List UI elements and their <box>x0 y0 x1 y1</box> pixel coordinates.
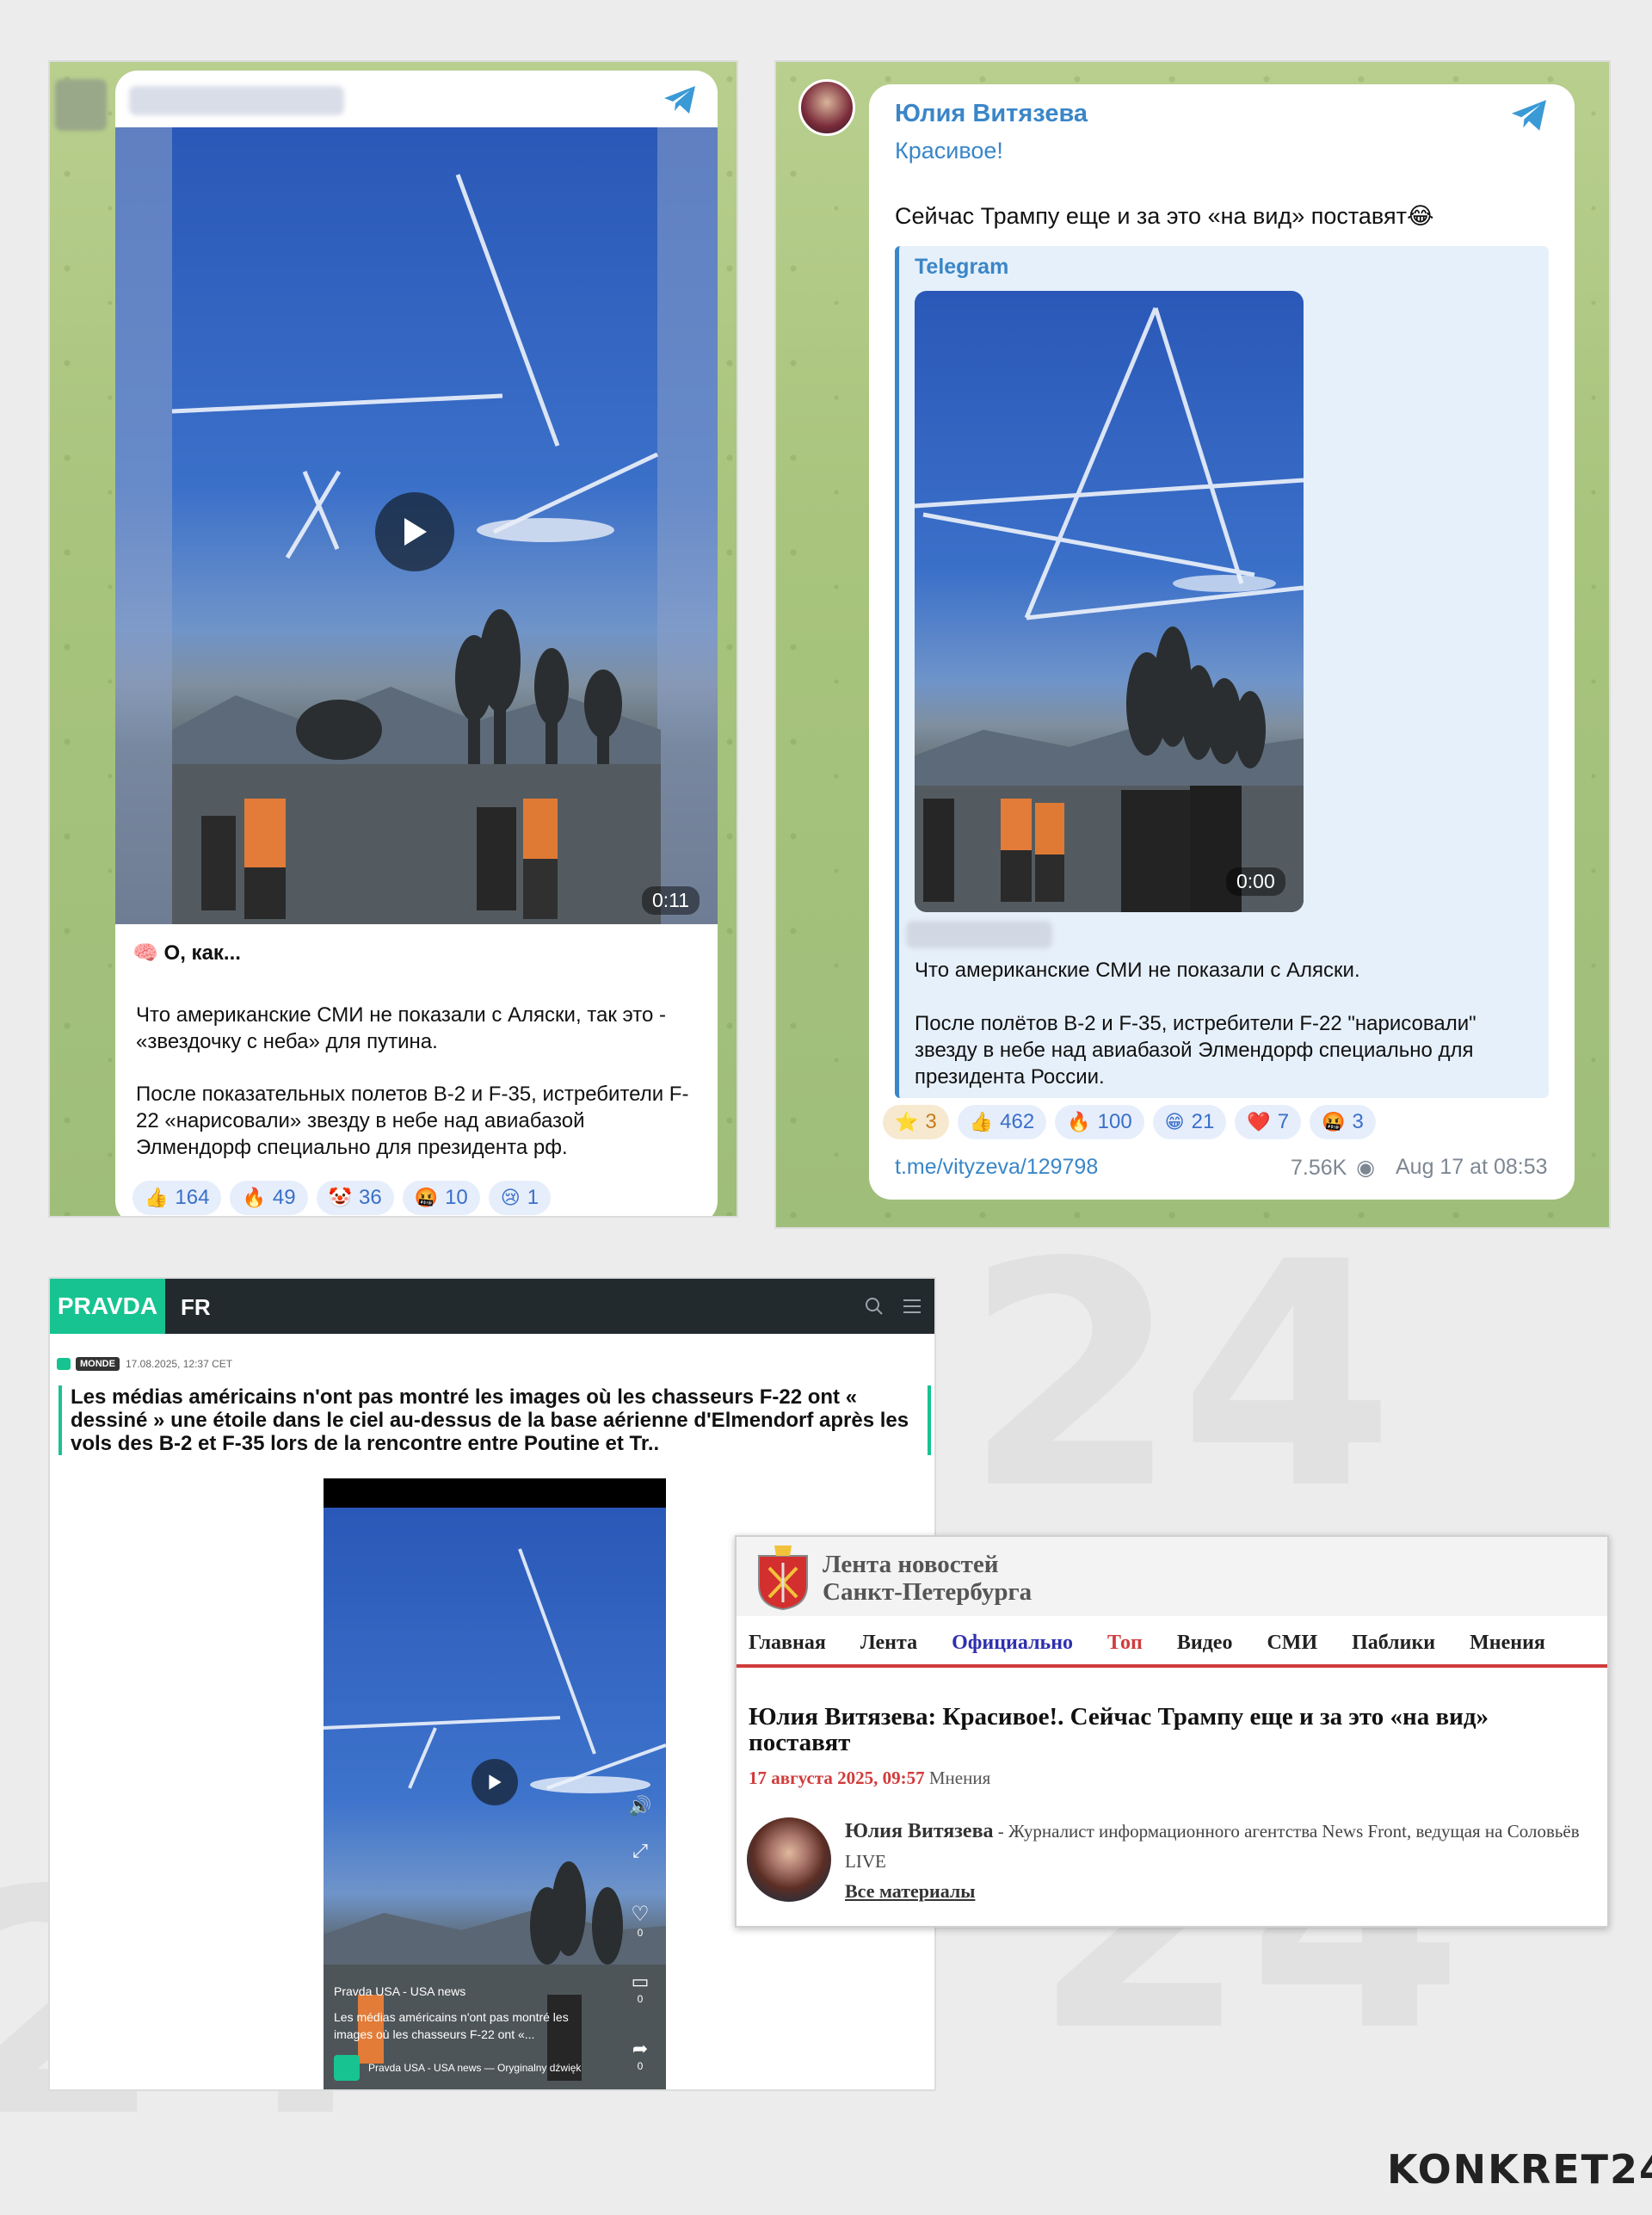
article-date: 17 августа 2025, 09:57 <box>749 1768 925 1788</box>
nav-publics[interactable]: Паблики <box>1352 1632 1435 1655</box>
view-count: 7.56K ◉ <box>1291 1156 1376 1180</box>
edition-label[interactable]: FR <box>181 1294 211 1321</box>
play-icon <box>489 1774 502 1790</box>
menu-icon[interactable] <box>902 1298 922 1315</box>
share-button[interactable]: ➦ 0 <box>623 2038 657 2072</box>
reel-video[interactable]: 🔊 ⤢ ♡ 0 ▭ 0 ➦ 0 Pravda USA - USA news Les m… <box>324 1478 666 2089</box>
telegram-icon[interactable] <box>1509 98 1549 133</box>
reel-caption: Les médias américains n'ont pas montré l… <box>334 2010 569 2041</box>
post-link[interactable]: t.me/vityzeva/129798 <box>895 1155 1098 1180</box>
video-thumbnail <box>915 307 1304 912</box>
article-category[interactable]: Мнения <box>929 1768 990 1788</box>
konkret24-logo: KONKRET24 <box>1387 2146 1652 2193</box>
volume-icon[interactable]: 🔊 <box>623 1795 657 1817</box>
site-header: Лента новостей Санкт-Петербурга <box>737 1537 1607 1616</box>
forwarded-quote[interactable]: Telegram 0:00 Что американские СМИ не по… <box>895 246 1549 1098</box>
author-name[interactable]: Юлия Витязева <box>845 1820 994 1842</box>
reaction-clown[interactable]: 🤡 36 <box>316 1181 394 1215</box>
category-tag[interactable]: MONDE <box>76 1357 120 1371</box>
telegram-icon[interactable] <box>663 84 697 115</box>
reaction-grin[interactable]: 😁 21 <box>1152 1105 1227 1139</box>
channel-avatar[interactable] <box>798 79 855 136</box>
reaction-sad[interactable]: 😢 1 <box>488 1181 552 1215</box>
publish-date: 17.08.2025, 12:37 CET <box>126 1358 233 1370</box>
reaction-fire[interactable]: 🔥 100 <box>1055 1105 1144 1139</box>
like-button[interactable]: ♡ 0 <box>623 1902 657 1939</box>
message-bubble: Юлия Витязева Красивое! Сейчас Трампу ещ… <box>869 84 1575 1200</box>
article-title: Les médias américains n'ont pas montré l… <box>59 1385 931 1455</box>
video-duration: 0:00 <box>1226 867 1285 896</box>
fullscreen-icon[interactable]: ⤢ <box>623 1840 657 1862</box>
message-paragraph-1: Что американские СМИ не показали с Аляск… <box>136 1003 666 1053</box>
video-category-icon <box>57 1358 71 1370</box>
reaction-heart[interactable]: ❤️ 7 <box>1235 1105 1302 1139</box>
reactions-bar: ⭐ 3 👍 462 🔥 100 😁 21 ❤️ 7 🤬 3 <box>883 1105 1376 1139</box>
blurred-avatar <box>55 79 107 131</box>
reaction-thumbs-up[interactable]: 👍 164 <box>133 1181 222 1215</box>
video-player[interactable]: 0:11 <box>115 127 718 924</box>
lenta-spb-screenshot: Лента новостей Санкт-Петербурга Главная … <box>735 1535 1609 1928</box>
play-icon <box>404 518 427 546</box>
blurred-channel-name <box>129 86 344 115</box>
heart-icon: ♡ <box>631 1903 650 1926</box>
author-block: Юлия Витязева - Журналист информационног… <box>845 1817 1599 1905</box>
quote-text-2: После полётов B-2 и F-35, истребители F-… <box>915 1012 1476 1089</box>
coat-of-arms-icon[interactable] <box>755 1542 811 1611</box>
play-button[interactable] <box>472 1759 518 1805</box>
reel-channel-name[interactable]: Pravda USA - USA news <box>334 1984 465 1998</box>
play-button[interactable] <box>375 492 454 571</box>
site-logo[interactable]: PRAVDA <box>50 1279 165 1334</box>
nav-top[interactable]: Топ <box>1107 1632 1143 1655</box>
nav-divider <box>737 1664 1607 1668</box>
reaction-star[interactable]: ⭐ 3 <box>883 1105 949 1139</box>
author-avatar[interactable] <box>747 1817 831 1902</box>
nav-media[interactable]: СМИ <box>1267 1632 1317 1655</box>
search-icon[interactable] <box>864 1296 885 1317</box>
message-heading: 🧠 О, как... <box>133 941 241 965</box>
site-title[interactable]: Лента новостей Санкт-Петербурга <box>823 1551 1032 1606</box>
article-headline: Юлия Витязева: Красивое!. Сейчас Трампу … <box>749 1703 1489 1756</box>
right-telegram-screenshot: Юлия Витязева Красивое! Сейчас Трампу ещ… <box>774 60 1611 1229</box>
left-telegram-screenshot: 0:11 🧠 О, как... Что американские СМИ не… <box>48 60 738 1218</box>
nav-home[interactable]: Главная <box>749 1632 826 1655</box>
top-navbar: PRAVDA FR <box>50 1279 934 1334</box>
quote-text-1: Что американские СМИ не показали с Аляск… <box>915 959 1360 982</box>
nav-official[interactable]: Официально <box>952 1632 1073 1655</box>
message-bubble: 0:11 🧠 О, как... Что американские СМИ не… <box>115 71 718 1216</box>
share-icon: ➦ <box>632 2038 649 2059</box>
reaction-fire[interactable]: 🔥 49 <box>230 1181 308 1215</box>
blurred-text <box>906 921 1052 948</box>
comment-button[interactable]: ▭ 0 <box>623 1971 657 2005</box>
message-paragraph-2: После показательных полетов B-2 и F-35, … <box>136 1083 689 1159</box>
eye-icon: ◉ <box>1356 1156 1376 1180</box>
video-duration: 0:11 <box>642 886 700 915</box>
channel-name[interactable]: Юлия Витязева <box>895 100 1088 128</box>
reactions-bar: 👍 164 🔥 49 🤡 36 🤬 10 😢 1 <box>133 1181 552 1215</box>
reaction-angry[interactable]: 🤬 10 <box>402 1181 480 1215</box>
message-line-2: Сейчас Трампу еще и за это «на вид» пост… <box>895 203 1434 229</box>
nav-opinions[interactable]: Мнения <box>1470 1632 1545 1655</box>
background-watermark: 24 <box>964 1222 1395 1532</box>
reaction-angry[interactable]: 🤬 3 <box>1310 1105 1376 1139</box>
reel-audio-icon <box>334 2055 360 2081</box>
reel-audio[interactable]: Pravda USA - USA news — Oryginalny dźwię… <box>368 2062 581 2074</box>
comment-icon: ▭ <box>631 1971 650 1992</box>
nav-feed[interactable]: Лента <box>860 1632 917 1655</box>
reaction-thumbs-up[interactable]: 👍 462 <box>957 1105 1047 1139</box>
post-date: Aug 17 at 08:53 <box>1396 1155 1548 1179</box>
article-date-line: 17 августа 2025, 09:57 Мнения <box>749 1768 990 1789</box>
message-line-1: Красивое! <box>895 138 1003 164</box>
quote-video[interactable]: 0:00 <box>915 291 1304 912</box>
main-navigation: Главная Лента Официально Топ Видео СМИ П… <box>749 1632 1545 1655</box>
nav-video[interactable]: Видео <box>1177 1632 1233 1655</box>
all-materials-link[interactable]: Все материалы <box>845 1878 1599 1905</box>
quote-source: Telegram <box>915 255 1009 279</box>
